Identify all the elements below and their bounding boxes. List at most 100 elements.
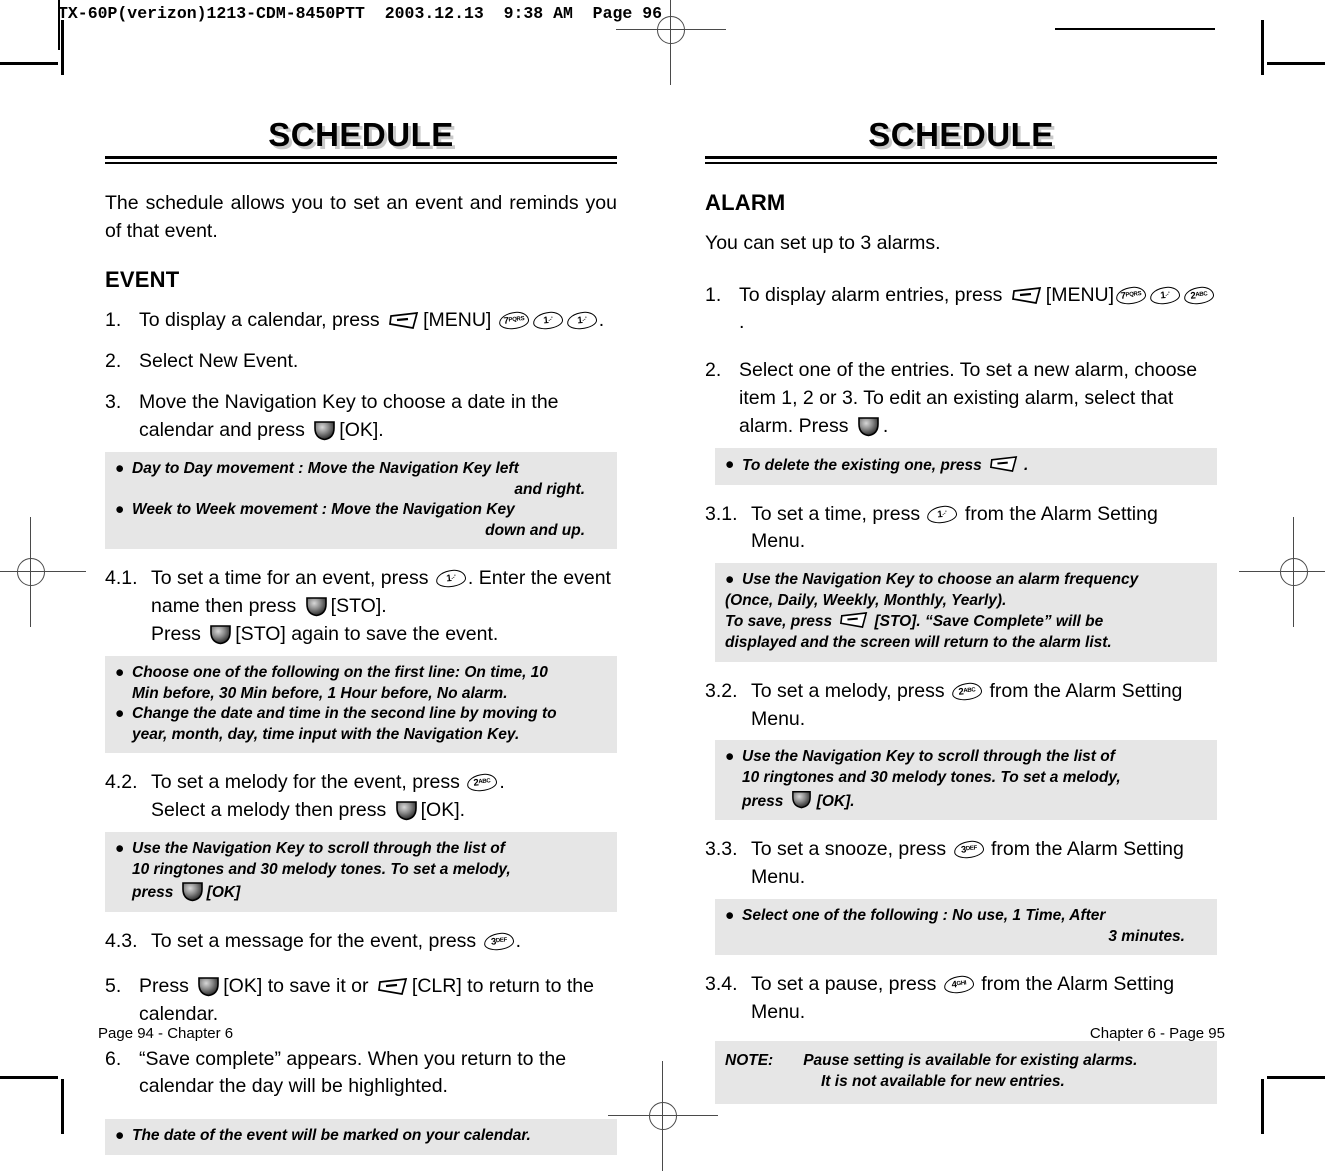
- alarm-step-2-text-b: .: [882, 415, 889, 438]
- alarm-step-3-4-text-a: To set a pause, press: [751, 973, 942, 996]
- sto-key-icon: [305, 595, 328, 617]
- left-intro-paragraph: The schedule allows you to set an event …: [105, 191, 617, 242]
- alarm-step-3-4-number: 3.4.: [705, 973, 738, 996]
- step-3-number: 3.: [105, 391, 122, 414]
- box-snooze-options: ● Select one of the following : No use, 1…: [715, 899, 1217, 956]
- crop-mark-bottom-right-h: [1267, 1076, 1325, 1079]
- step-2: 2. Select New Event.: [105, 348, 617, 376]
- alarm-step-2-number: 2.: [705, 359, 722, 382]
- alarm-step-1-text-c: .: [739, 311, 745, 334]
- alarm-step-3-1-number: 3.1.: [705, 502, 738, 525]
- step-4-1-text-c: [STO].: [330, 595, 387, 618]
- print-slug-text: TX-60P(verizon)1213-CDM-8450PTT 2003.12.…: [58, 4, 662, 23]
- box-alarm-choice: ● Choose one of the following on the firs…: [105, 655, 617, 754]
- registration-mark-right: [1239, 517, 1325, 627]
- step-5: 5. Press [OK] to save it or [CLR] to ret…: [105, 973, 617, 1029]
- crop-mark-top-right-h: [1267, 62, 1325, 65]
- step-3-text-b: [OK].: [339, 419, 384, 442]
- bullet-icon: ●: [115, 459, 125, 477]
- box-melody-left: ● Use the Navigation Key to scroll throug…: [105, 832, 617, 912]
- left-section-header: SCHEDULE: [105, 116, 617, 153]
- box-melody-right-line1: Use the Navigation Key to scroll through…: [742, 748, 1115, 766]
- ok-key-icon-r2: [857, 415, 880, 437]
- step-4-2-text-a: To set a melody for the event, press: [151, 771, 466, 794]
- bullet-icon-2: ●: [115, 501, 125, 519]
- left-page-column: SCHEDULE The schedule allows you to set …: [105, 116, 617, 1171]
- box-melody-left-line1d: [OK]: [206, 884, 241, 902]
- bullet-icon-4: ●: [115, 705, 125, 723]
- step-1: 1. To display a calendar, press [MENU] 7…: [105, 307, 617, 335]
- alarm-step-1-number: 1.: [705, 283, 722, 306]
- key-2-icon: 2 ABC: [466, 773, 499, 793]
- key-7-icon-r: 7 PQRS: [1115, 285, 1147, 305]
- box-delete-line1a: To delete the existing one, press: [742, 456, 987, 474]
- ok-key-icon-5: [197, 975, 220, 997]
- box-nav-line1b: and right.: [514, 480, 585, 498]
- key-1-icon-3: 1 .-ʹ: [435, 569, 467, 589]
- step-4-2-text-c: Select a melody then press: [151, 799, 392, 822]
- box-event-marked: ● The date of the event will be marked on…: [105, 1119, 617, 1155]
- clear-key-icon-r: [989, 455, 1021, 474]
- key-7-icon: 7 PQRS: [498, 311, 530, 331]
- ok-key-icon-3: [395, 799, 418, 821]
- box-nav-line2: Week to Week movement : Move the Navigat…: [132, 501, 515, 519]
- box-melody-right-line3a: press: [742, 792, 788, 810]
- box-choice-line1: Choose one of the following on the first…: [132, 663, 548, 681]
- key-1-icon: 1 .-ʹ: [532, 311, 564, 331]
- step-6-number: 6.: [105, 1047, 122, 1070]
- right-page-column: SCHEDULE ALARM You can set up to 3 alarm…: [705, 116, 1217, 1120]
- step-4-1-text-e: [STO] again to save the event.: [235, 623, 499, 646]
- right-section-title: SCHEDULE: [868, 116, 1054, 153]
- box-note-line1: Pause setting is available for existing …: [803, 1051, 1138, 1069]
- box-snooze-line2: 3 minutes.: [1108, 927, 1185, 945]
- bullet-icon-3: ●: [115, 663, 125, 681]
- footer-left: Page 94 - Chapter 6: [98, 1025, 234, 1042]
- ok-key-icon-r3: [791, 789, 814, 811]
- box-melody-right-line2: 10 ringtones and 30 melody tones. To set…: [742, 769, 1121, 787]
- step-5-number: 5.: [105, 974, 122, 997]
- alarm-step-1: 1. To display alarm entries, press [MENU…: [705, 282, 1217, 338]
- crop-mark-bottom-right-v: [1261, 1079, 1264, 1134]
- sto-soft-key-icon-r: [839, 611, 871, 630]
- left-subheading-event: EVENT: [105, 267, 180, 293]
- bullet-icon-5: ●: [115, 840, 125, 858]
- box-melody-left-line1c: press: [132, 884, 178, 902]
- left-section-title: SCHEDULE: [268, 116, 454, 153]
- box-melody-right-line3b: [OK].: [816, 792, 855, 810]
- box-melody-left-line1b: 10 ringtones and 30 melody tones. To set…: [132, 860, 511, 878]
- box-freq-line2: (Once, Daily, Weekly, Monthly, Yearly).: [725, 591, 1007, 609]
- soft-key-icon-r1: [1011, 286, 1043, 305]
- box-nav-line2b: down and up.: [485, 521, 585, 539]
- key-2-icon-r32: 2 ABC: [951, 681, 983, 701]
- box-note-pause: NOTE: Pause setting is available for exis…: [715, 1040, 1217, 1105]
- step-3: 3. Move the Navigation Key to choose a d…: [105, 389, 617, 445]
- crop-mark-top-right-v: [1261, 20, 1264, 75]
- bullet-icon-r4: ●: [725, 907, 735, 925]
- alarm-step-3-3-text-a: To set a snooze, press: [751, 838, 952, 861]
- box-freq-line1: Use the Navigation Key to choose an alar…: [742, 571, 1139, 589]
- step-1-text-a: To display a calendar, press: [139, 309, 386, 332]
- registration-mark-left: [0, 517, 86, 627]
- registration-mark-bottom: [608, 1061, 718, 1171]
- step-2-text: Select New Event.: [139, 350, 299, 373]
- key-3-icon: 3 DEF: [482, 931, 515, 952]
- alarm-step-1-text-b: [MENU]: [1045, 283, 1115, 306]
- alarm-step-2-text-a: Select one of the entries. To set a new …: [739, 359, 1198, 438]
- step-1-text-c: .: [598, 309, 605, 332]
- crop-mark-top-left-v: [61, 20, 64, 75]
- alarm-step-3-2: 3.2. To set a melody, press 2 ABC from th…: [705, 678, 1217, 734]
- box-marked-line1: The date of the event will be marked on …: [132, 1127, 531, 1145]
- step-4-2-number: 4.2.: [105, 771, 138, 794]
- bullet-icon-r3: ●: [725, 748, 735, 766]
- alarm-step-3-3: 3.3. To set a snooze, press 3 DEF from th…: [705, 836, 1217, 892]
- key-3-icon-r33: 3 DEF: [952, 839, 985, 860]
- box-note-line2: It is not available for new entries.: [821, 1072, 1065, 1090]
- alarm-step-3-3-number: 3.3.: [705, 838, 738, 861]
- box-nav-line1: Day to Day movement : Move the Navigatio…: [132, 459, 519, 477]
- key-2-icon-r: 2 ABC: [1183, 285, 1215, 305]
- bullet-icon-r2: ●: [725, 571, 735, 589]
- step-6-text: “Save complete” appears. When you return…: [139, 1047, 567, 1098]
- soft-key-icon: [388, 311, 420, 330]
- box-melody-left-line1: Use the Navigation Key to scroll through…: [132, 840, 505, 858]
- step-4-1-number: 4.1.: [105, 567, 138, 590]
